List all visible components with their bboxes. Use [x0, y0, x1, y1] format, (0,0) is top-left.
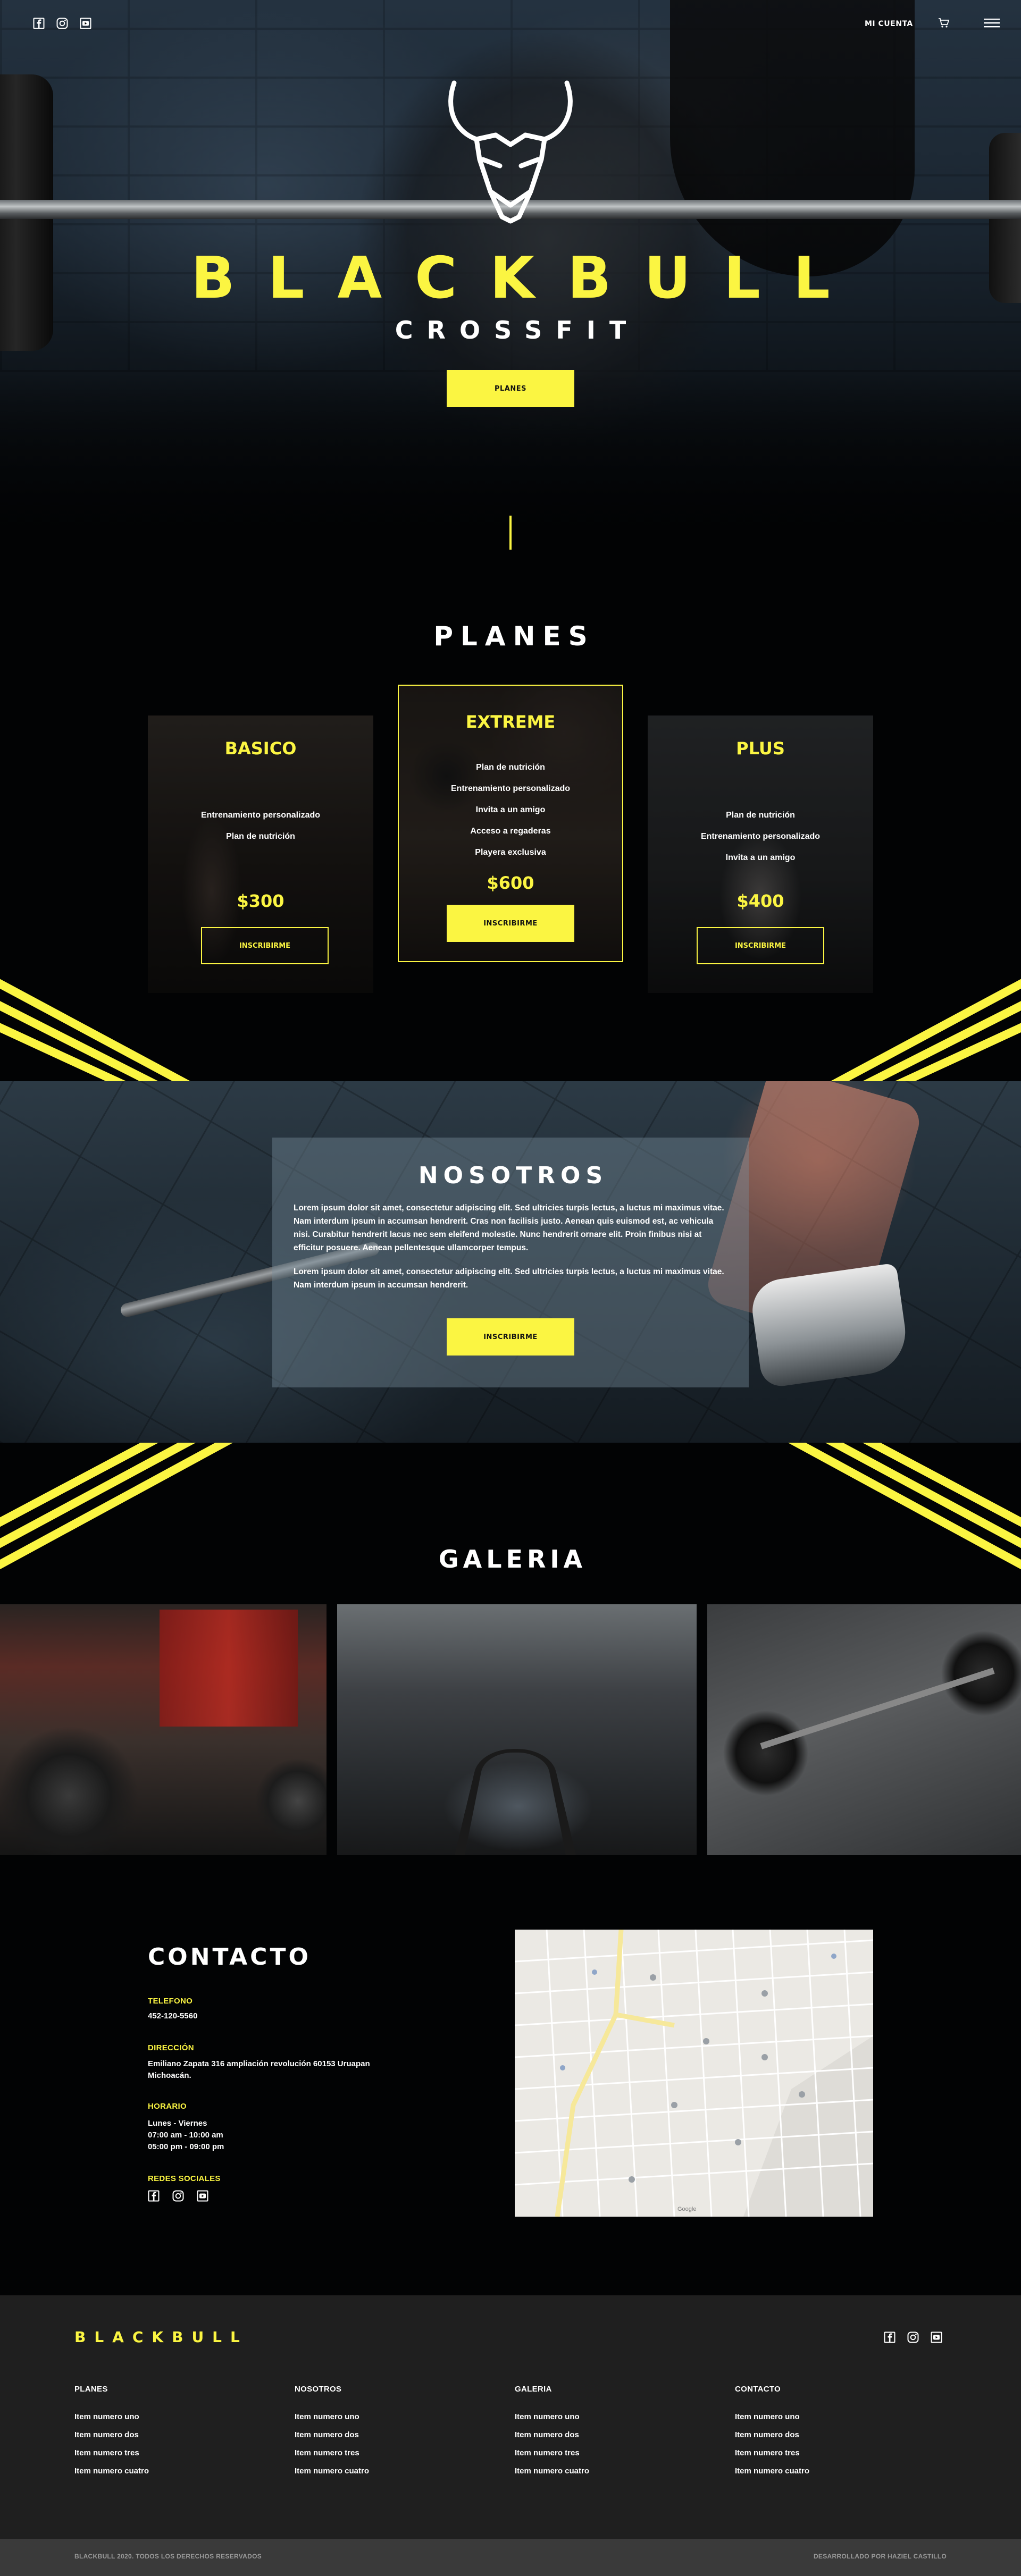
plan-features: Entrenamiento personalizado Plan de nutr…: [148, 805, 373, 847]
footer-column-contacto: CONTACTO Item numero uno Item numero dos…: [735, 2385, 809, 2485]
plan-features: Plan de nutrición Entrenamiento personal…: [648, 805, 873, 869]
footer-column-title: NOSOTROS: [295, 2385, 342, 2394]
map-credit: Google: [677, 2206, 697, 2212]
footer-link[interactable]: Item numero dos: [295, 2430, 369, 2448]
developer-credit: DESARROLLADO POR HAZIEL CASTILLO: [813, 2553, 947, 2560]
gallery-image-rack: [160, 1610, 298, 1727]
plan-card-extreme: EXTREME Plan de nutrición Entrenamiento …: [398, 685, 623, 962]
footer-link[interactable]: Item numero uno: [735, 2412, 809, 2430]
instagram-icon[interactable]: [56, 18, 68, 29]
map-streets: [515, 1930, 873, 2217]
footer-link[interactable]: Item numero cuatro: [735, 2466, 809, 2485]
plan-inscribirme-button[interactable]: INSCRIBIRME: [697, 927, 824, 964]
plan-feature: Plan de nutrición: [726, 811, 795, 820]
plan-inscribirme-button[interactable]: INSCRIBIRME: [201, 927, 329, 964]
decorative-stripes-right-top: [830, 979, 1021, 1081]
footer-column-nosotros: NOSOTROS Item numero uno Item numero dos…: [295, 2385, 369, 2485]
hamburger-menu-icon[interactable]: [984, 17, 1000, 29]
plan-inscribirme-button[interactable]: INSCRIBIRME: [447, 905, 574, 942]
page: MI CUENTA BLACKBULL CROSSFIT PLANES PLAN…: [0, 0, 1021, 2576]
decorative-stripes-left-top: [0, 979, 191, 1081]
plan-name: EXTREME: [465, 712, 556, 732]
direccion-label: DIRECCIÓN: [148, 2043, 194, 2052]
footer-social-links: [884, 2331, 942, 2343]
horario-value: Lunes - Viernes 07:00 am - 10:00 am 05:0…: [148, 2119, 224, 2151]
copyright-text: BLACKBULL 2020. TODOS LOS DERECHOS RESER…: [74, 2553, 262, 2560]
cart-icon[interactable]: [938, 17, 950, 29]
gallery-image-weights[interactable]: [0, 1604, 327, 1855]
facebook-icon[interactable]: [148, 2190, 160, 2202]
plan-feature: Playera exclusiva: [475, 848, 546, 857]
plan-name: BASICO: [224, 738, 297, 759]
footer-link[interactable]: Item numero tres: [515, 2448, 589, 2466]
hero-title: BLACKBULL: [191, 245, 863, 312]
plan-feature: Entrenamiento personalizado: [200, 811, 321, 820]
footer-link[interactable]: Item numero tres: [735, 2448, 809, 2466]
footer-column-galeria: GALERIA Item numero uno Item numero dos …: [515, 2385, 589, 2485]
plan-features: Plan de nutrición Entrenamiento personal…: [399, 757, 622, 863]
plan-feature: Acceso a regaderas: [470, 827, 551, 836]
plan-price: $400: [737, 891, 784, 911]
youtube-icon[interactable]: [931, 2331, 942, 2343]
footer-brand[interactable]: BLACKBULL: [74, 2328, 248, 2346]
gallery-image-barbell[interactable]: [707, 1604, 1021, 1855]
planes-title: PLANES: [433, 621, 595, 652]
contacto-title: CONTACTO: [148, 1943, 311, 1971]
plan-card-plus: PLUS Plan de nutrición Entrenamiento per…: [648, 715, 873, 993]
plan-card-basico: BASICO Entrenamiento personalizado Plan …: [148, 715, 373, 993]
plan-feature: Invita a un amigo: [725, 853, 796, 862]
footer-link[interactable]: Item numero dos: [74, 2430, 149, 2448]
footer-link[interactable]: Item numero cuatro: [515, 2466, 589, 2485]
footer-link[interactable]: Item numero uno: [515, 2412, 589, 2430]
instagram-icon[interactable]: [172, 2190, 184, 2202]
footer-column-title: CONTACTO: [735, 2385, 781, 2394]
header-social-links: [33, 18, 91, 29]
nosotros-inscribirme-button[interactable]: INSCRIBIRME: [447, 1318, 574, 1356]
nosotros-paragraph: Lorem ipsum dolor sit amet, consectetur …: [294, 1267, 724, 1290]
gallery-image-bar: [760, 1668, 995, 1749]
instagram-icon[interactable]: [907, 2331, 919, 2343]
plan-feature: Entrenamiento personalizado: [450, 784, 571, 793]
footer-link[interactable]: Item numero dos: [735, 2430, 809, 2448]
plan-feature: Entrenamiento personalizado: [700, 832, 821, 841]
youtube-icon[interactable]: [80, 18, 91, 29]
footer-link[interactable]: Item numero cuatro: [295, 2466, 369, 2485]
gallery-image-rope: [453, 1749, 578, 1855]
nosotros-title: NOSOTROS: [418, 1162, 608, 1189]
footer-link[interactable]: Item numero dos: [515, 2430, 589, 2448]
footer-column-title: PLANES: [74, 2385, 108, 2394]
plan-price: $600: [487, 873, 534, 893]
hero-subtitle: CROSSFIT: [395, 316, 640, 344]
bull-head-logo-icon: [438, 80, 583, 229]
direccion-value: Emiliano Zapata 316 ampliación revolució…: [148, 2059, 370, 2080]
footer-column-title: GALERIA: [515, 2385, 552, 2394]
plan-feature: Invita a un amigo: [475, 805, 546, 814]
facebook-icon[interactable]: [33, 18, 45, 29]
footer-link[interactable]: Item numero uno: [74, 2412, 149, 2430]
footer-link[interactable]: Item numero tres: [74, 2448, 149, 2466]
contacto-social-links: [148, 2190, 208, 2202]
telefono-label: TELEFONO: [148, 1997, 193, 2006]
footer-column-planes: PLANES Item numero uno Item numero dos I…: [74, 2385, 149, 2485]
youtube-icon[interactable]: [197, 2190, 208, 2202]
gallery-image-ropes[interactable]: [337, 1604, 697, 1855]
redes-sociales-label: REDES SOCIALES: [148, 2174, 221, 2183]
top-navigation: MI CUENTA: [0, 0, 1021, 48]
plan-price: $300: [237, 891, 284, 911]
nosotros-paragraph: Lorem ipsum dolor sit amet, consectetur …: [294, 1203, 724, 1252]
footer-link[interactable]: Item numero cuatro: [74, 2466, 149, 2485]
hero-planes-button[interactable]: PLANES: [447, 370, 574, 407]
plan-feature: Plan de nutrición: [476, 763, 545, 772]
telefono-value[interactable]: 452-120-5560: [148, 2010, 197, 2022]
scroll-indicator: [509, 516, 512, 550]
plan-name: PLUS: [736, 738, 785, 759]
location-map[interactable]: Google: [515, 1930, 873, 2217]
account-link[interactable]: MI CUENTA: [865, 20, 913, 28]
footer-link[interactable]: Item numero tres: [295, 2448, 369, 2466]
horario-label: HORARIO: [148, 2102, 187, 2111]
plan-feature: Plan de nutrición: [226, 832, 295, 841]
galeria-title: GALERIA: [438, 1545, 587, 1573]
facebook-icon[interactable]: [884, 2331, 896, 2343]
footer-link[interactable]: Item numero uno: [295, 2412, 369, 2430]
